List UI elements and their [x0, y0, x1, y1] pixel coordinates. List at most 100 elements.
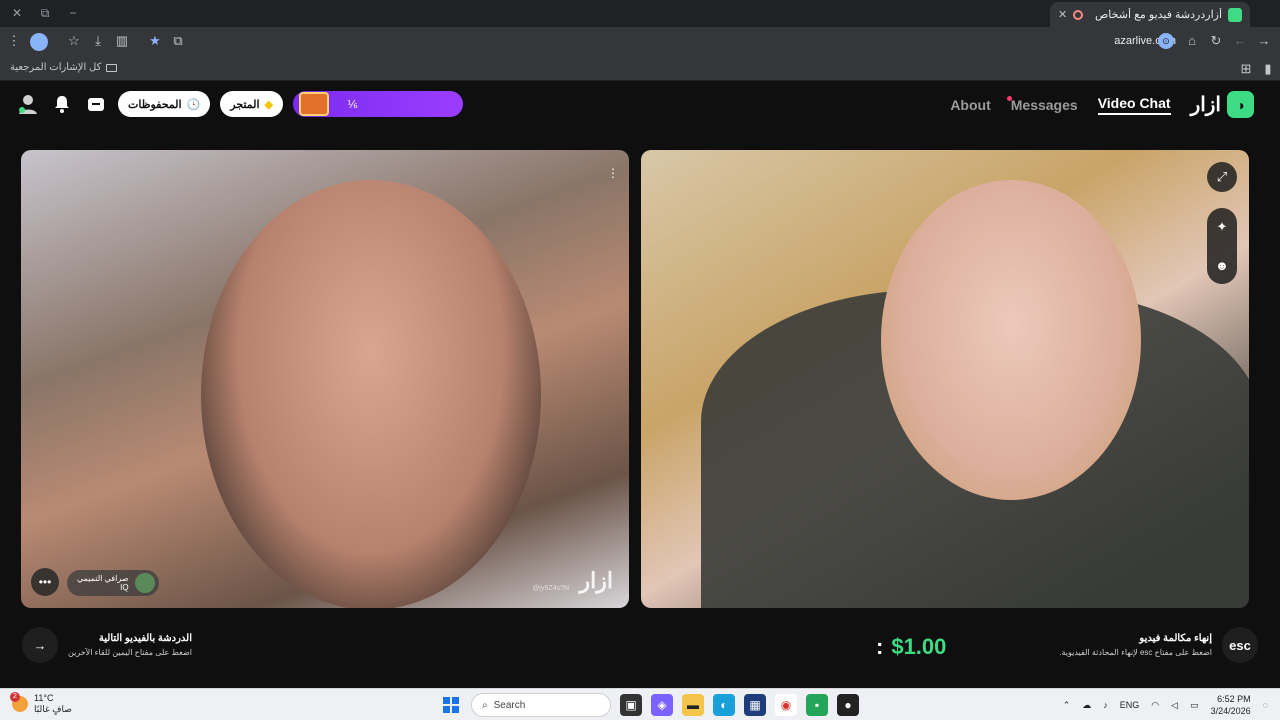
fullscreen-icon[interactable]: ⤢: [1207, 162, 1237, 192]
more-options-icon[interactable]: ⋮: [607, 166, 619, 180]
home-icon[interactable]: ⌂: [1184, 33, 1200, 49]
notifications-icon[interactable]: ◌: [1263, 700, 1268, 710]
reload-icon[interactable]: ↻: [1208, 33, 1224, 49]
task-view-icon[interactable]: ▣: [620, 694, 642, 716]
recorder-icon[interactable]: ●: [837, 694, 859, 716]
delete-icon[interactable]: ▥: [114, 33, 130, 49]
store-button[interactable]: المتجر ◆: [220, 91, 284, 117]
store-label: المتجر: [230, 98, 260, 111]
profile-avatar-icon[interactable]: [30, 33, 48, 51]
clock-time: 6:52 PM: [1217, 694, 1251, 704]
end-call-control[interactable]: إنهاء مكالمة فيديو اضغط على مفتاح esc لإ…: [1059, 627, 1258, 663]
price-colon: :: [876, 634, 884, 659]
close-window-icon[interactable]: ✕: [6, 3, 28, 23]
header-actions: المحفوظات 🕓 المتجر ◆ ⅙: [16, 91, 464, 117]
language-indicator[interactable]: ENG: [1120, 700, 1140, 710]
self-video-panel: ⤢ ✦ ☻: [641, 150, 1249, 608]
partner-info: صرافي التميمي IQ: [77, 574, 129, 592]
azar-logo[interactable]: ازار ◑: [1191, 91, 1254, 118]
self-video-feed: [881, 180, 1141, 500]
watermark-handle: @jy9Z4s?N: [532, 585, 569, 592]
recording-indicator-icon: [1073, 9, 1084, 20]
end-call-text: إنهاء مكالمة فيديو اضغط على مفتاح esc لإ…: [1059, 633, 1212, 657]
profile-icon[interactable]: [16, 92, 40, 116]
next-chat-hint: اضغط على مفتاح اليمين للقاء الآخرين: [68, 648, 193, 657]
partner-badge[interactable]: صرافي التميمي IQ: [67, 570, 159, 596]
arrow-right-icon[interactable]: →: [22, 627, 58, 663]
chrome-icon[interactable]: ◉: [775, 694, 797, 716]
close-tab-icon[interactable]: ✕: [1058, 8, 1067, 21]
browser-tab[interactable]: أزاردردشة فيديو مع أشخاص ✕: [1050, 2, 1250, 27]
forward-icon[interactable]: →: [1256, 33, 1272, 49]
all-bookmarks-label: كل الإشارات المرجعية: [10, 62, 102, 73]
end-call-title: إنهاء مكالمة فيديو: [1139, 633, 1212, 644]
weather-widget[interactable]: 2 11°C صافٍ غالبًا: [10, 692, 72, 715]
weather-temp: 11°C: [34, 693, 54, 703]
remote-video-panel: ازار @jy9Z4s?N ••• صرافي التميمي IQ ⋮: [21, 150, 629, 608]
file-explorer-icon[interactable]: ▬: [682, 694, 704, 716]
windows-start-icon[interactable]: [440, 694, 462, 716]
saved-button[interactable]: المحفوظات 🕓: [118, 91, 211, 117]
chat-bubble-icon[interactable]: •••: [31, 568, 59, 596]
side-panel-icon[interactable]: ▮: [1260, 61, 1276, 77]
bookmarks-bar: كل الإشارات المرجعية ⊞ ▮: [0, 56, 1280, 81]
menu-kebab-icon[interactable]: ⋮: [6, 33, 22, 49]
tray-chevron-icon[interactable]: ⌃: [1063, 700, 1071, 711]
logo-text: ازار: [1190, 94, 1221, 116]
window-controls: ✕ ⧉ −: [6, 3, 84, 23]
unread-dot-icon: [1006, 95, 1012, 101]
battery-icon[interactable]: ▭: [1190, 700, 1199, 711]
esc-button[interactable]: esc: [1222, 627, 1258, 663]
azar-watermark: ازار: [579, 568, 613, 593]
site-favicon-icon: [1228, 7, 1242, 22]
all-bookmarks-link[interactable]: كل الإشارات المرجعية: [10, 62, 118, 73]
taskbar-apps: ⌕ Search ▣ ◈ ▬ ◐ ▦ ◉ ▪ ●: [440, 693, 859, 717]
browser-tab-bar: ✕ ⧉ − + أزاردردشة فيديو مع أشخاص ✕: [0, 0, 1280, 27]
apps-grid-icon[interactable]: ⊞: [1238, 61, 1254, 77]
edge-icon[interactable]: ◐: [713, 694, 735, 716]
treasure-chest-icon: [299, 92, 330, 116]
partner-country: IQ: [120, 583, 129, 592]
taskbar-search[interactable]: ⌕ Search: [471, 693, 611, 717]
copilot-icon[interactable]: ◈: [651, 694, 673, 716]
remote-video-feed: [201, 180, 541, 608]
notifications-bell-icon[interactable]: [50, 92, 74, 116]
system-tray: ⌃ ☁ ♪ ENG ◠ ◁ ▭ 6:52 PM 3/24/2026 ◌: [1063, 693, 1268, 717]
partner-name: صرافي التميمي: [77, 574, 129, 583]
promo-banner[interactable]: ⅙: [293, 91, 464, 117]
inbox-icon[interactable]: [84, 92, 108, 116]
wifi-icon[interactable]: ◠: [1151, 700, 1159, 711]
minimize-window-icon[interactable]: −: [62, 3, 84, 23]
saved-label: المحفوظات: [128, 98, 182, 111]
nav-messages-label: Messages: [1010, 96, 1078, 113]
cloud-icon[interactable]: ☁: [1082, 700, 1091, 711]
browser-toolbar: ⋮ ☆ ⤓ ▥ ★ ⧉ azarlive.com ⊙ ⌂ ↻ ← →: [0, 27, 1280, 56]
azar-site: المحفوظات 🕓 المتجر ◆ ⅙ About Messages Vi…: [0, 81, 1280, 688]
partner-avatar: [134, 573, 155, 593]
sticker-face-icon[interactable]: ☻: [1215, 258, 1229, 273]
bookmark-star-icon[interactable]: ★: [147, 33, 163, 49]
extensions-icon[interactable]: ☆: [66, 33, 82, 49]
gem-icon: ◆: [264, 98, 274, 111]
app-icon[interactable]: ▪: [806, 694, 828, 716]
folder-icon: [106, 63, 118, 72]
clock-icon: 🕓: [186, 98, 201, 111]
nav-about[interactable]: About: [950, 97, 990, 113]
volume-icon[interactable]: ◁: [1171, 700, 1178, 711]
store-icon[interactable]: ▦: [744, 694, 766, 716]
download-icon[interactable]: ⤓: [90, 33, 106, 49]
nav-video-chat[interactable]: Video Chat: [1097, 95, 1171, 115]
next-chat-control[interactable]: → الدردشة بالفيديو التالية اضغط على مفتا…: [22, 627, 192, 663]
magic-wand-icon[interactable]: ✦: [1217, 219, 1228, 235]
promo-text: ⅙: [347, 98, 358, 111]
nav-messages[interactable]: Messages: [1006, 95, 1078, 113]
site-settings-icon[interactable]: ⧉: [170, 33, 186, 49]
back-icon[interactable]: ←: [1232, 33, 1248, 49]
main-nav: About Messages Video Chat ازار ◑: [950, 91, 1254, 118]
price-display: : $1.00: [876, 634, 946, 660]
site-info-icon[interactable]: ⊙: [1158, 33, 1174, 49]
restore-window-icon[interactable]: ⧉: [34, 3, 56, 23]
mic-icon[interactable]: ♪: [1103, 700, 1108, 710]
taskbar-clock[interactable]: 6:52 PM 3/24/2026: [1211, 693, 1251, 717]
weather-badge: 2: [10, 692, 20, 702]
